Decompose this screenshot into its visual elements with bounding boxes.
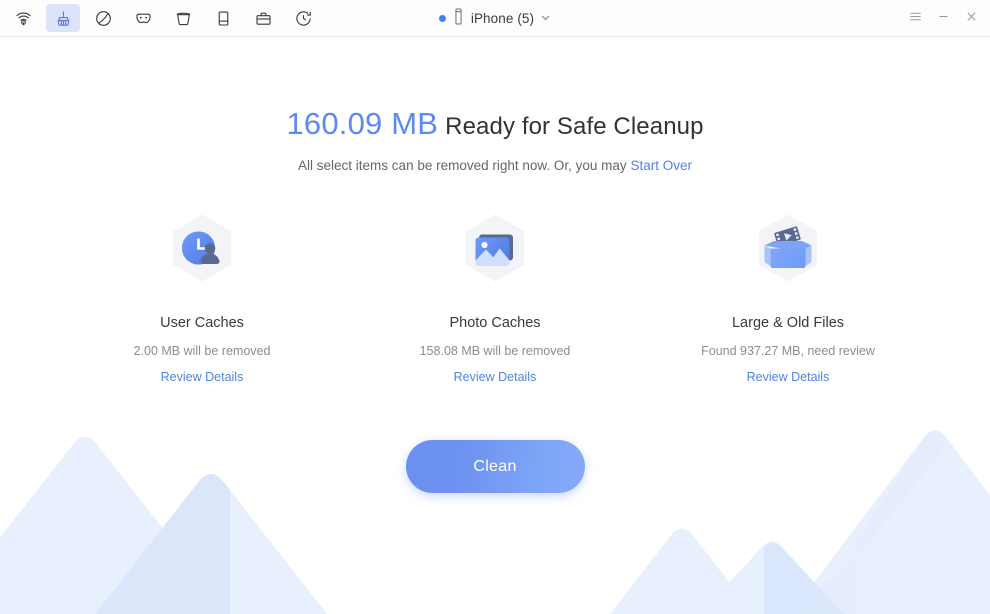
user-clock-cache-icon <box>160 208 244 297</box>
start-over-link[interactable]: Start Over <box>630 158 692 173</box>
headline: 160.09 MB Ready for Safe Cleanup <box>286 106 703 142</box>
minimize-icon <box>937 10 950 28</box>
device-selector[interactable]: iPhone (5) <box>438 8 551 30</box>
close-button[interactable] <box>958 6 984 32</box>
mobile-device-icon <box>214 9 233 28</box>
toolbar-item-device[interactable] <box>206 4 240 32</box>
cleanup-status-phrase: Ready for Safe Cleanup <box>445 113 704 140</box>
device-phone-icon <box>452 8 465 30</box>
toolbar-item-erase[interactable] <box>166 4 200 32</box>
card-icon-photo-caches <box>453 210 537 294</box>
title-bar: iPhone (5) <box>0 0 990 37</box>
toolbar-item-clean[interactable] <box>46 4 80 32</box>
briefcase-toolbox-icon <box>254 9 273 28</box>
card-subtitle: 2.00 MB will be removed <box>133 344 271 358</box>
card-title: Large & Old Files <box>731 315 845 331</box>
box-large-old-files-icon <box>746 208 830 297</box>
app-window: iPhone (5) 160.09 MB Ready for Safe Clea… <box>0 0 990 614</box>
subtitle-static-text: All select items can be removed right no… <box>298 158 631 173</box>
card-icon-large-old-files <box>746 210 830 294</box>
blocked-circle-icon <box>94 9 113 28</box>
photo-image-cache-icon <box>453 208 537 297</box>
review-details-link-user-caches[interactable]: Review Details <box>161 370 244 384</box>
review-details-link-photo-caches[interactable]: Review Details <box>454 370 537 384</box>
card-title: User Caches <box>160 315 244 331</box>
card-icon-user-caches <box>160 210 244 294</box>
toolbar-item-scan[interactable] <box>6 4 40 32</box>
chevron-down-icon <box>540 10 551 28</box>
review-details-link-large-old-files[interactable]: Review Details <box>747 370 830 384</box>
subtitle-text: All select items can be removed right no… <box>298 158 692 173</box>
category-cards: User Caches 2.00 MB will be removed Revi… <box>55 210 935 384</box>
hamburger-menu-icon <box>909 10 922 28</box>
main-toolbar <box>0 0 323 37</box>
card-title: Photo Caches <box>449 315 541 331</box>
device-name-label: iPhone (5) <box>470 11 535 26</box>
minimize-button[interactable] <box>930 6 956 32</box>
clock-history-icon <box>294 9 313 28</box>
close-icon <box>965 10 978 28</box>
device-status-dot <box>438 15 446 22</box>
hamburger-menu-button[interactable] <box>902 6 928 32</box>
toolbar-item-history[interactable] <box>286 4 320 32</box>
card-large-old-files: Large & Old Files Found 937.27 MB, need … <box>642 210 935 384</box>
clean-button[interactable]: Clean <box>405 440 585 493</box>
card-photo-caches: Photo Caches 158.08 MB will be removed R… <box>349 210 642 384</box>
toolbar-item-block[interactable] <box>86 4 120 32</box>
radar-scan-icon <box>14 9 33 28</box>
toolbar-item-toolbox[interactable] <box>246 4 280 32</box>
cleanup-size-value: 160.09 MB <box>286 106 439 141</box>
toolbar-item-privacy[interactable] <box>126 4 160 32</box>
card-subtitle: 158.08 MB will be removed <box>419 344 571 358</box>
window-controls <box>902 0 984 37</box>
card-subtitle: Found 937.27 MB, need review <box>701 344 875 358</box>
broom-clean-icon <box>54 9 73 28</box>
main-content: 160.09 MB Ready for Safe Cleanup All sel… <box>0 37 990 614</box>
privacy-mask-icon <box>134 9 153 28</box>
card-user-caches: User Caches 2.00 MB will be removed Revi… <box>56 210 349 384</box>
trash-bucket-icon <box>174 9 193 28</box>
